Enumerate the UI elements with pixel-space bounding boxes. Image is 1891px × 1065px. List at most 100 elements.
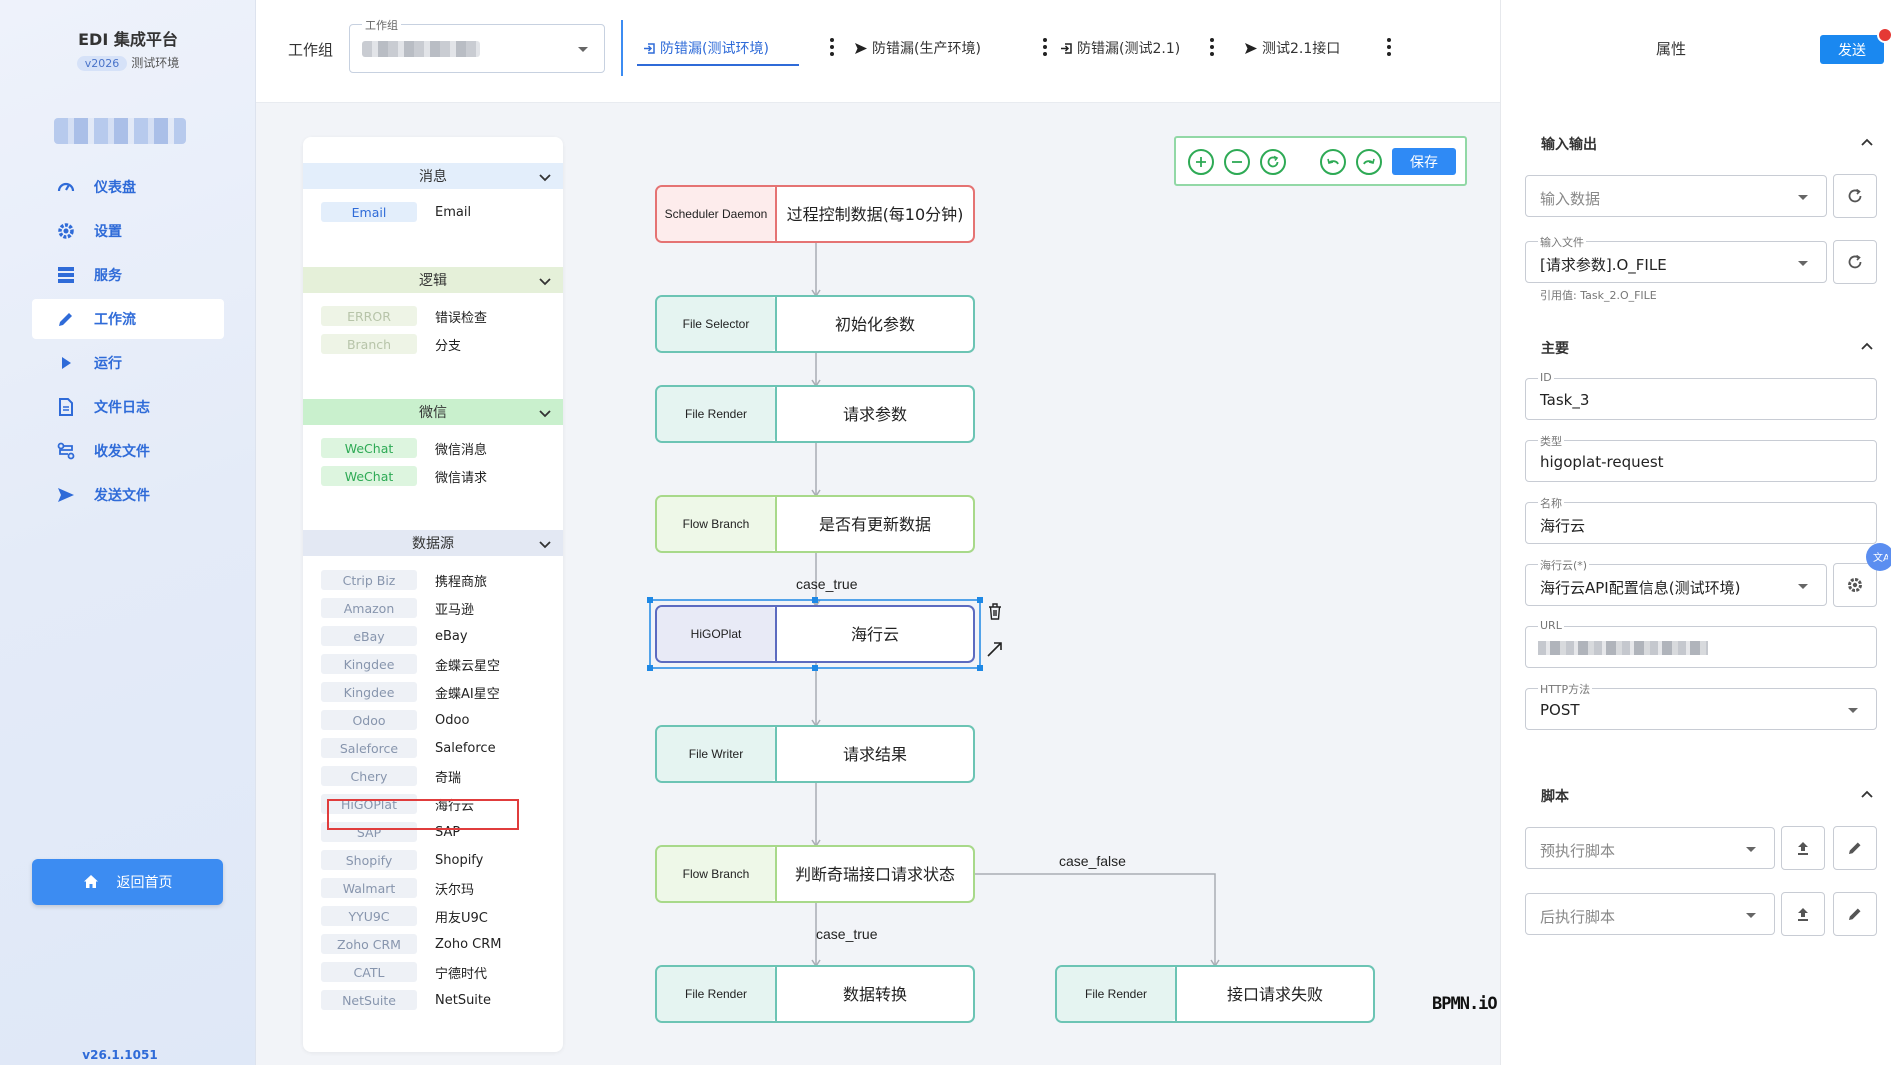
refresh-input-data-button[interactable] xyxy=(1833,174,1877,218)
resize-handle[interactable] xyxy=(977,665,983,671)
section-main[interactable]: 主要 xyxy=(1541,338,1877,358)
input-file-label: 输入文件 xyxy=(1538,234,1586,250)
section-io[interactable]: 输入输出 xyxy=(1541,134,1877,154)
zoom-in-button[interactable] xyxy=(1188,149,1214,175)
palette-item[interactable]: YYU9C 用友U9C xyxy=(321,906,488,926)
palette-item[interactable]: Amazon 亚马逊 xyxy=(321,598,474,618)
app-version-env: v2026 测试环境 xyxy=(0,54,256,71)
palette-item[interactable]: WeChat 微信请求 xyxy=(321,466,487,486)
tab-menu-icon[interactable] xyxy=(829,38,835,56)
translate-button[interactable]: 文A xyxy=(1866,543,1891,571)
palette-item[interactable]: WeChat 微信消息 xyxy=(321,438,487,458)
upload-icon xyxy=(1798,908,1808,921)
config-select[interactable]: 海行云(*) 海行云API配置信息(测试环境) xyxy=(1525,557,1827,606)
sidebar-item-0[interactable]: 仪表盘 xyxy=(32,167,224,207)
palette-item[interactable]: Saleforce Saleforce xyxy=(321,738,496,758)
palette-item[interactable]: Shopify Shopify xyxy=(321,850,483,870)
chevron-down-icon xyxy=(539,537,551,553)
palette-item[interactable]: Branch 分支 xyxy=(321,334,461,354)
resize-handle[interactable] xyxy=(647,597,653,603)
undo-button[interactable] xyxy=(1320,149,1346,175)
upload-post-script-button[interactable] xyxy=(1781,892,1825,936)
palette-item[interactable]: Zoho CRM Zoho CRM xyxy=(321,934,502,954)
svg-text:文A: 文A xyxy=(1873,551,1888,564)
tab-1[interactable]: 防错漏(生产环境) xyxy=(854,38,981,58)
tab-menu-icon[interactable] xyxy=(1042,38,1048,56)
id-field[interactable]: ID Task_3 xyxy=(1525,371,1877,420)
input-file-value: [请求参数].O_FILE xyxy=(1540,256,1667,274)
palette-item-tag: Kingdee xyxy=(321,682,417,702)
sidebar-item-4[interactable]: 运行 xyxy=(32,343,224,383)
resize-handle[interactable] xyxy=(647,665,653,671)
reset-zoom-button[interactable] xyxy=(1260,149,1286,175)
connect-arrow-icon[interactable] xyxy=(987,642,1002,657)
resize-handle[interactable] xyxy=(812,665,818,671)
palette-item[interactable]: CATL 宁德时代 xyxy=(321,962,487,982)
sidebar-item-2[interactable]: 服务 xyxy=(32,255,224,295)
palette-item[interactable]: Chery 奇瑞 xyxy=(321,766,461,786)
palette-item[interactable]: Odoo Odoo xyxy=(321,710,469,730)
bpmn-diagram[interactable]: case_true case_false case_true Scheduler Da… xyxy=(563,103,1500,1065)
resize-handle[interactable] xyxy=(977,597,983,603)
edit-pre-script-button[interactable] xyxy=(1833,826,1877,870)
section-script[interactable]: 脚本 xyxy=(1541,786,1877,806)
sidebar-item-6[interactable]: 收发文件 xyxy=(32,431,224,471)
sidebar-item-3[interactable]: 工作流 xyxy=(32,299,224,339)
sidebar-item-1[interactable]: 设置 xyxy=(32,211,224,251)
url-field[interactable]: URL xyxy=(1525,619,1877,668)
input-data-select[interactable]: 输入数据 xyxy=(1525,175,1827,217)
palette-item[interactable]: NetSuite NetSuite xyxy=(321,990,491,1010)
palette-item[interactable]: Email Email xyxy=(321,202,471,222)
send-button[interactable]: 发送 xyxy=(1820,35,1884,64)
resize-handle[interactable] xyxy=(812,597,818,603)
redo-button[interactable] xyxy=(1356,149,1382,175)
tab-3[interactable]: 测试2.1接口 xyxy=(1244,38,1340,58)
upload-icon xyxy=(1798,842,1808,855)
palette-item-tag: Kingdee xyxy=(321,654,417,674)
task-node-type: File Render xyxy=(685,987,747,1001)
home-button[interactable]: 返回首页 xyxy=(32,859,223,905)
tab-menu-icon[interactable] xyxy=(1209,38,1215,56)
sidebar-item-7[interactable]: 发送文件 xyxy=(32,475,224,515)
flow-edge[interactable] xyxy=(974,873,1216,966)
bpmn-logo[interactable]: BPMN.iO xyxy=(1432,994,1498,1014)
save-button[interactable]: 保存 xyxy=(1392,148,1456,175)
zoom-out-button[interactable] xyxy=(1224,149,1250,175)
config-settings-button[interactable] xyxy=(1833,563,1877,607)
name-field[interactable]: 名称 海行云 xyxy=(1525,495,1877,544)
component-palette: 消息 Email Email 逻辑 ERROR 错误检查 Branch 分支微信 WeChat 微… xyxy=(303,137,563,1052)
post-script-select[interactable]: 后执行脚本 xyxy=(1525,893,1775,935)
tab-0[interactable]: 防错漏(测试环境) xyxy=(643,38,769,58)
upload-pre-script-button[interactable] xyxy=(1781,826,1825,870)
http-method-select[interactable]: HTTP方法 POST xyxy=(1525,681,1877,730)
task-node-label: 数据转换 xyxy=(843,985,907,1004)
palette-category-2[interactable]: 微信 xyxy=(303,399,563,425)
tab-2[interactable]: 防错漏(测试2.1) xyxy=(1060,38,1180,58)
palette-category-0[interactable]: 消息 xyxy=(303,163,563,189)
palette-item[interactable]: eBay eBay xyxy=(321,626,468,646)
palette-category-1[interactable]: 逻辑 xyxy=(303,267,563,293)
home-icon xyxy=(83,874,99,890)
workflow-canvas[interactable]: case_true case_false case_true Scheduler Da… xyxy=(563,103,1500,1065)
input-file-select[interactable]: 输入文件 [请求参数].O_FILE xyxy=(1525,234,1827,283)
input-data-placeholder: 输入数据 xyxy=(1540,190,1601,208)
refresh-input-file-button[interactable] xyxy=(1833,240,1877,284)
palette-item[interactable]: Walmart 沃尔玛 xyxy=(321,878,474,898)
pre-script-select[interactable]: 预执行脚本 xyxy=(1525,827,1775,869)
palette-item-tag: Shopify xyxy=(321,850,417,870)
palette-item[interactable]: Kingdee 金蝶AI星空 xyxy=(321,682,500,702)
post-script-placeholder: 后执行脚本 xyxy=(1540,908,1616,926)
top-bar: 工作组 工作组 防错漏(测试环境) 防错漏(生产环境) 防错漏(测试2.1) 测试2.… xyxy=(256,0,1771,103)
palette-category-3[interactable]: 数据源 xyxy=(303,530,563,556)
refresh-icon xyxy=(1848,188,1862,203)
group-select[interactable]: 工作组 xyxy=(349,17,605,73)
tab-menu-icon[interactable] xyxy=(1386,38,1392,56)
palette-item[interactable]: ERROR 错误检查 xyxy=(321,306,487,326)
palette-item[interactable]: Ctrip Biz 携程商旅 xyxy=(321,570,487,590)
type-field[interactable]: 类型 higoplat-request xyxy=(1525,433,1877,482)
palette-item-label: 奇瑞 xyxy=(435,770,462,786)
palette-item[interactable]: Kingdee 金蝶云星空 xyxy=(321,654,500,674)
sidebar-item-5[interactable]: 文件日志 xyxy=(32,387,224,427)
trash-icon[interactable] xyxy=(989,603,1001,620)
edit-post-script-button[interactable] xyxy=(1833,892,1877,936)
